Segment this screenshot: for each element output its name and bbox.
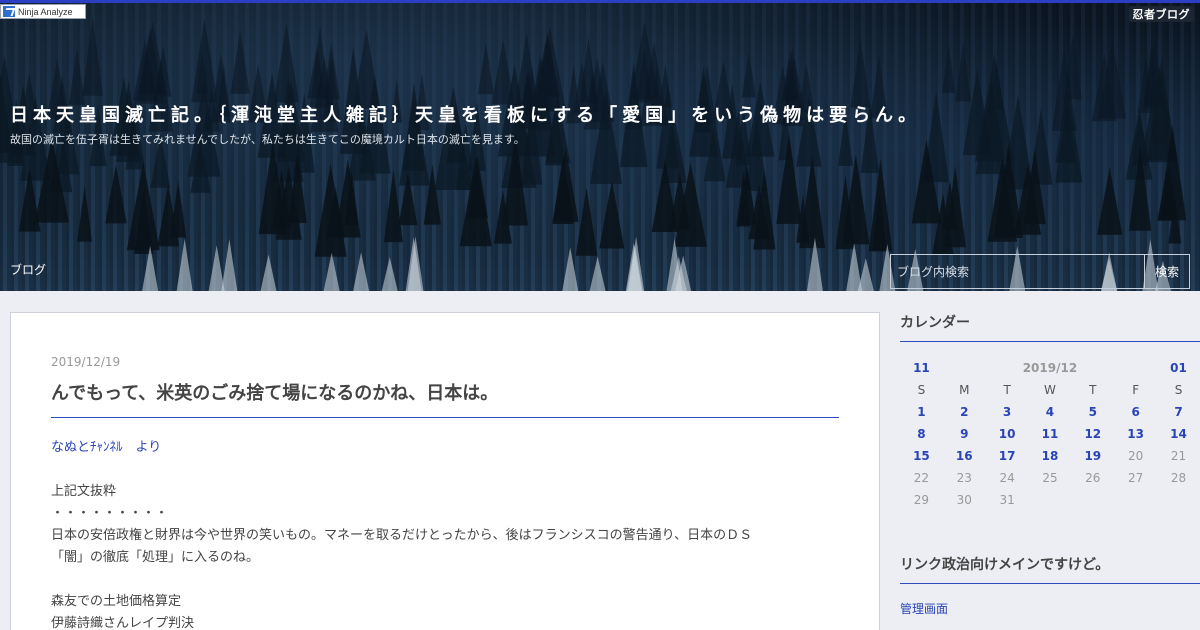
post-line: 伊藤詩織さんレイプ判決 (51, 616, 195, 630)
calendar-day[interactable]: 12 (1071, 423, 1114, 445)
calendar-day: 29 (913, 493, 930, 507)
admin-link[interactable]: 管理画面 (900, 600, 1200, 617)
calendar-day: 28 (1170, 471, 1187, 485)
ninja-analyze-badge[interactable]: Ninja Analyze (0, 4, 86, 19)
calendar-day[interactable]: 10 (986, 423, 1029, 445)
post-card: 2019/12/19 んでもって、米英のごみ捨て場になるのかね、日本は。 なぬと… (10, 312, 880, 630)
calendar-prev-month[interactable]: 11 (900, 357, 943, 379)
calendar-empty-cell (1029, 489, 1072, 511)
calendar-day[interactable]: 15 (900, 445, 943, 467)
calendar-day[interactable]: 19 (1071, 445, 1114, 467)
calendar-day[interactable]: 4 (1029, 401, 1072, 423)
nav-item-blog[interactable]: ブログ (10, 261, 46, 278)
post-date: 2019/12/19 (51, 355, 121, 369)
calendar-nav-row: 11 2019/12 01 (900, 357, 1200, 379)
search-button[interactable]: 検索 (1144, 255, 1189, 288)
post-line: 上記文抜粋 (51, 484, 117, 499)
calendar-day: 25 (1042, 471, 1058, 485)
calendar-heading: カレンダー (900, 312, 1200, 342)
calendar-weekday: S (917, 383, 926, 397)
calendar-day: 21 (1170, 449, 1187, 463)
post-line: ・・・・・・・・・ (51, 506, 169, 521)
calendar-empty-cell (1157, 489, 1200, 511)
calendar-day: 22 (913, 471, 930, 485)
calendar-weekday: S (1174, 383, 1183, 397)
post-title[interactable]: んでもって、米英のごみ捨て場になるのかね、日本は。 (51, 379, 839, 418)
calendar-day[interactable]: 7 (1157, 401, 1200, 423)
calendar-day[interactable]: 5 (1071, 401, 1114, 423)
post-line: 森友での土地価格算定 (51, 594, 182, 609)
blog-title[interactable]: 日本天皇国滅亡記。｛渾沌堂主人雑記｝天皇を看板にする「愛国」をいう偽物は要らん。 (10, 101, 921, 127)
calendar-day[interactable]: 8 (900, 423, 943, 445)
calendar-weekday-row: SMTWTFS (900, 379, 1200, 401)
calendar-day[interactable]: 14 (1157, 423, 1200, 445)
calendar-weekday: T (1089, 383, 1097, 397)
forest-header-image (0, 16, 1187, 291)
calendar-day[interactable]: 2 (943, 401, 986, 423)
post-line (51, 459, 841, 481)
calendar-empty-cell (1071, 489, 1114, 511)
calendar-next-month[interactable]: 01 (1157, 357, 1200, 379)
calendar-current-month: 2019/12 (1022, 361, 1078, 375)
calendar-day[interactable]: 11 (1029, 423, 1072, 445)
calendar-day[interactable]: 9 (943, 423, 986, 445)
calendar-weekday: T (1003, 383, 1011, 397)
calendar-day[interactable]: 13 (1114, 423, 1157, 445)
calendar-week: 8 9 10 11 12 13 14 (900, 423, 1200, 445)
calendar: 11 2019/12 01 SMTWTFS 1 2 3 4 5 6 7 8 9 10 11 12 13 1… (900, 357, 1200, 511)
links-heading: リンク政治向けメインですけど。 (900, 554, 1200, 584)
calendar-day: 30 (956, 493, 972, 507)
post-line: 「闇」の徹底「処理」に入るのね。 (51, 550, 260, 565)
calendar-empty-cell (1114, 489, 1157, 511)
post-body: なぬとﾁｬﾝﾈﾙ より 上記文抜粋・・・・・・・・・日本の安倍政権と財界は今や世… (51, 437, 841, 630)
blog-search: 検索 (890, 254, 1190, 289)
calendar-week: 29 30 31 (900, 489, 1200, 511)
ninja-analyze-label: Ninja Analyze (18, 6, 73, 17)
calendar-day[interactable]: 3 (986, 401, 1029, 423)
calendar-weekday: W (1044, 383, 1056, 397)
search-input[interactable] (891, 255, 1144, 288)
calendar-day[interactable]: 1 (900, 401, 943, 423)
calendar-week: 22 23 24 25 26 27 28 (900, 467, 1200, 489)
calendar-day: 23 (956, 471, 972, 485)
calendar-week: 1234567 (900, 401, 1200, 423)
calendar-day: 26 (1085, 471, 1101, 485)
calendar-weekday: F (1132, 383, 1140, 397)
calendar-day: 31 (999, 493, 1015, 507)
blog-header: Ninja Analyze 忍者ブログ 日本天皇国滅亡記。｛渾沌堂主人雑記｝天皇… (0, 3, 1200, 291)
calendar-day: 24 (999, 471, 1015, 485)
calendar-day[interactable]: 6 (1114, 401, 1157, 423)
calendar-weekday: M (959, 383, 970, 397)
post-lines: 上記文抜粋・・・・・・・・・日本の安倍政権と財界は今や世界の笑いもの。マネーを取… (51, 459, 841, 630)
post-line: 日本の安倍政権と財界は今や世界の笑いもの。マネーを取るだけとったから、後はフラン… (51, 528, 753, 543)
calendar-day[interactable]: 17 (986, 445, 1029, 467)
sidebar: カレンダー 11 2019/12 01 SMTWTFS 1 2 3 4 5 6 7 8 9 10 1… (900, 312, 1200, 617)
calendar-day: 27 (1128, 471, 1144, 485)
post-line (51, 569, 841, 591)
ninja-blog-logo[interactable]: 忍者ブログ (1128, 6, 1194, 22)
calendar-day[interactable]: 18 (1029, 445, 1072, 467)
calendar-day: 20 (1128, 449, 1144, 463)
source-link[interactable]: なぬとﾁｬﾝﾈﾙ より (51, 437, 841, 459)
calendar-day[interactable]: 16 (943, 445, 986, 467)
calendar-days: 1 2 3 4 5 6 7 8 9 10 11 12 13 14 15 16 17 18 19 20 21 22 23 24 2… (900, 401, 1200, 511)
ninja-analyze-icon (3, 6, 15, 17)
blog-description: 故国の滅亡を伍子胥は生きてみれませんでしたが、私たちは生きてこの魔境カルト日本の… (10, 133, 525, 146)
calendar-week: 15 16 17 18 19 20 21 (900, 445, 1200, 467)
